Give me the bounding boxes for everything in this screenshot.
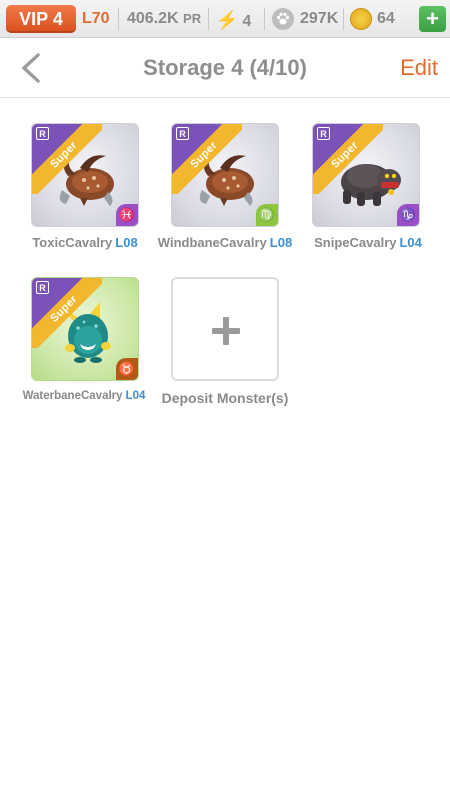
- paw-icon: [272, 8, 294, 30]
- rarity-badge: R: [176, 127, 189, 140]
- add-currency-button[interactable]: +: [419, 6, 446, 32]
- lightning-icon: ⚡: [216, 10, 239, 30]
- divider: [343, 8, 344, 30]
- monster-card-windbanecavalry[interactable]: Super R ♍: [171, 123, 279, 227]
- vip-label: VIP 4: [19, 8, 63, 29]
- page-title: Storage 4 (4/10): [143, 55, 307, 80]
- monster-name: ToxicCavalry: [32, 235, 113, 250]
- pisces-icon: ♓: [116, 204, 138, 226]
- monster-name: WindbaneCavalry: [157, 235, 267, 250]
- status-bar: VIP 4 L70 406.2K PR ⚡ 4 297K 64 +: [0, 0, 450, 38]
- super-ribbon: Super R: [32, 278, 102, 348]
- rarity-badge: R: [317, 127, 330, 140]
- monster-level: L04: [125, 390, 146, 402]
- super-ribbon: Super R: [172, 124, 242, 194]
- monster-level: L04: [399, 235, 422, 250]
- rarity-badge: R: [36, 127, 49, 140]
- monster-card-waterbanecavalry[interactable]: Super R ♉: [31, 277, 139, 381]
- edit-button[interactable]: Edit: [400, 55, 438, 81]
- monster-card-snipecavalry[interactable]: Super R ♑: [312, 123, 420, 227]
- rarity-badge: R: [36, 281, 49, 294]
- monster-label: WaterbaneCavalry L04: [14, 390, 154, 402]
- monster-level: L08: [269, 235, 293, 250]
- divider: [208, 8, 209, 30]
- monster-name: SnipeCavalry: [314, 235, 397, 250]
- deposit-monster-button[interactable]: [171, 277, 279, 381]
- power-unit: PR: [183, 11, 202, 26]
- energy-value: 4: [242, 13, 252, 30]
- deposit-label: Deposit Monster(s): [161, 390, 289, 406]
- capricorn-icon: ♑: [397, 204, 419, 226]
- super-ribbon: Super R: [32, 124, 102, 194]
- taurus-icon: ♉: [116, 358, 138, 380]
- monster-card-toxiccavalry[interactable]: Super R ♓: [31, 123, 139, 227]
- energy-counter: ⚡ 4: [216, 10, 251, 31]
- super-ribbon: Super R: [313, 124, 383, 194]
- monster-label: WindbaneCavalry L08: [153, 235, 297, 250]
- monster-level: L08: [115, 235, 138, 250]
- header: Storage 4 (4/10) Edit: [0, 38, 450, 98]
- power-value: 406.2K: [127, 10, 179, 27]
- vip-badge[interactable]: VIP 4: [6, 5, 76, 33]
- power-rating: 406.2K PR: [127, 10, 201, 28]
- coin-count: 64: [377, 10, 395, 27]
- divider: [264, 8, 265, 30]
- virgo-icon: ♍: [256, 204, 278, 226]
- food-count: 297K: [300, 10, 339, 27]
- divider: [118, 8, 119, 30]
- monster-name: WaterbaneCavalry: [22, 390, 123, 402]
- plus-icon: [223, 317, 229, 345]
- monster-label: SnipeCavalry L04: [300, 235, 436, 250]
- coin-icon: [350, 8, 372, 30]
- monster-label: ToxicCavalry L08: [20, 235, 150, 250]
- player-level: L70: [82, 10, 110, 27]
